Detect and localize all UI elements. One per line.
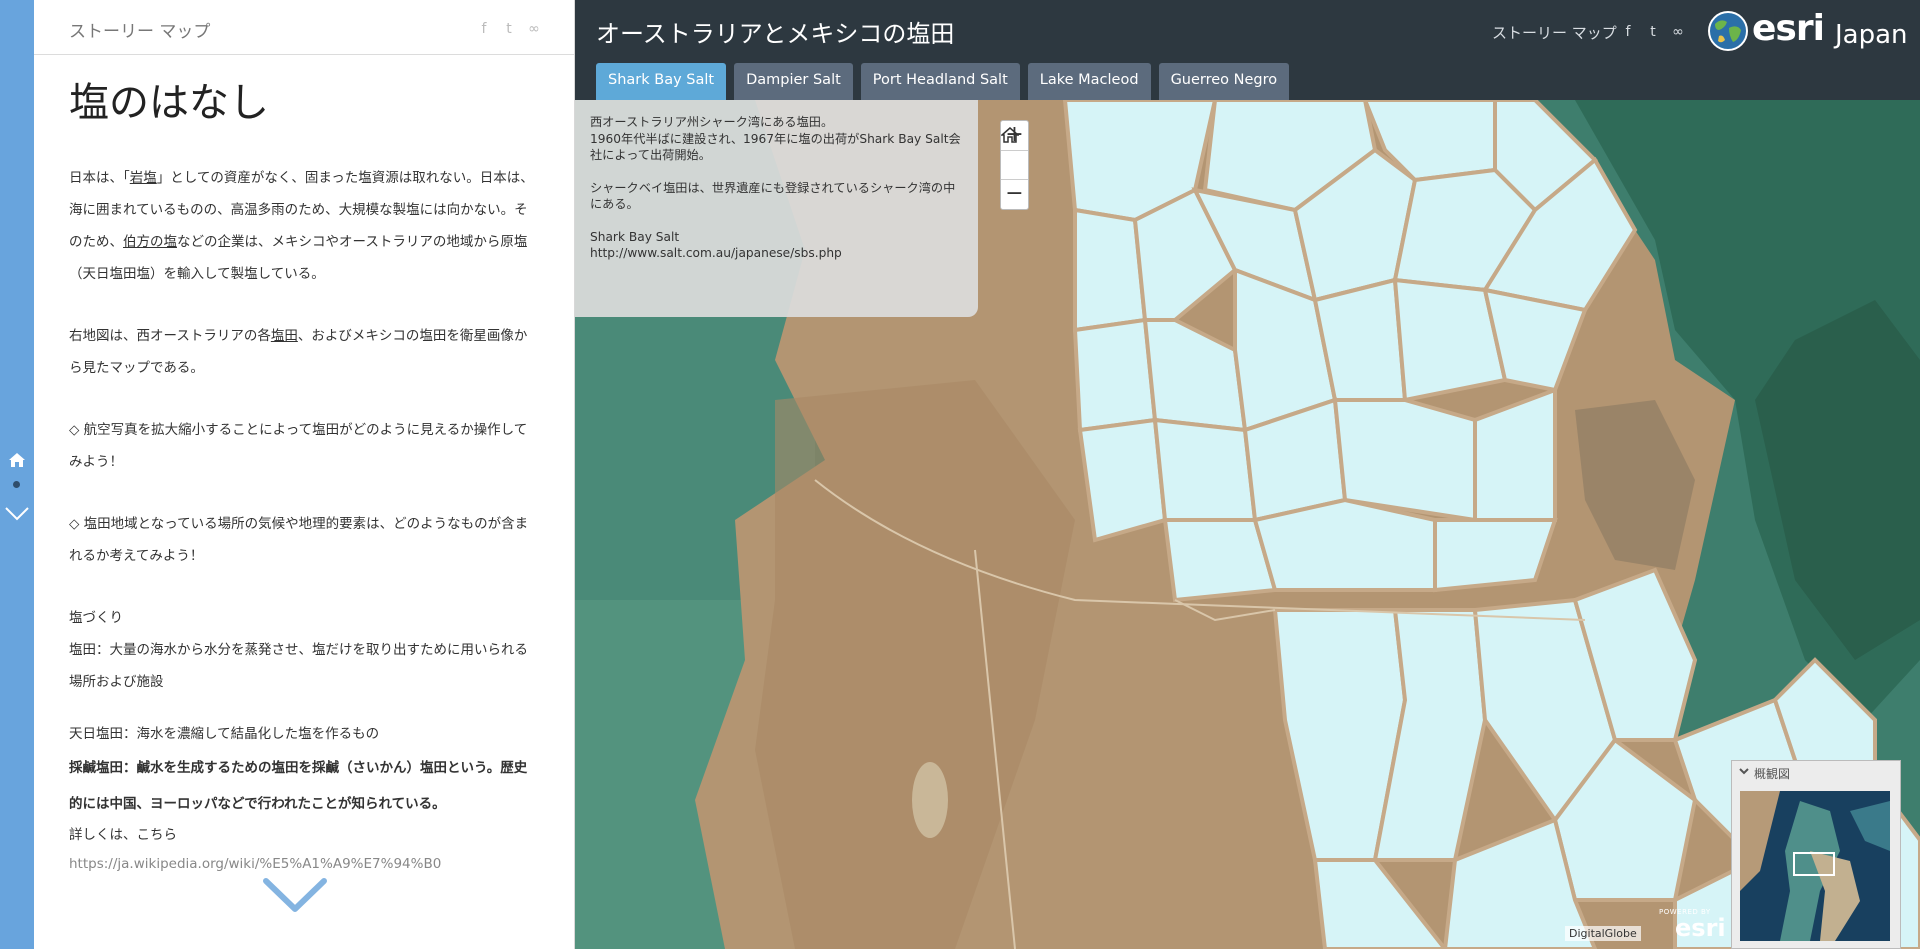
paragraph: 塩づくり xyxy=(69,610,123,626)
paragraph: 塩田：大量の海水から水分を蒸発させ、塩だけを取り出すために用いられる場所および施… xyxy=(69,642,528,690)
home-icon xyxy=(1001,127,1019,143)
chevron-down-icon xyxy=(1739,768,1749,775)
link-hakata[interactable]: 伯方の塩 xyxy=(123,234,177,250)
esri-japan-logo[interactable]: esri Japan xyxy=(1707,8,1912,54)
side-panel: ストーリー マップ f t ∞ 塩のはなし 日本は、「岩塩」としての資産がなく、… xyxy=(34,0,575,949)
info-link[interactable]: http://www.salt.com.au/japanese/sbs.php xyxy=(590,245,963,262)
chevron-down-icon[interactable] xyxy=(4,505,30,523)
paragraph: ◇ 航空写真を拡大縮小することによって塩田がどのように見えるか操作してみよう！ xyxy=(69,422,528,470)
header-share-buttons: f t ∞ xyxy=(1620,24,1686,40)
zoom-out-button[interactable]: − xyxy=(1001,180,1028,210)
home-icon[interactable] xyxy=(8,452,26,468)
paragraph: 天日塩田：海水を濃縮して結晶化した塩を作るもの xyxy=(69,726,380,742)
header-app-label: ストーリー マップ xyxy=(1492,24,1617,42)
satellite-map[interactable]: 西オーストラリア州シャーク湾にある塩田。 1960年代半ばに建設され、1967年… xyxy=(575,100,1920,949)
info-line: 1960年代半ばに建設され、1967年に塩の出荷がShark Bay Salt会… xyxy=(590,131,961,163)
page-title: 塩のはなし xyxy=(69,80,269,126)
share-buttons: f t ∞ xyxy=(476,21,542,37)
link-ganen[interactable]: 岩塩 xyxy=(130,170,157,186)
facebook-icon[interactable]: f xyxy=(1620,24,1636,40)
overview-label: 概観図 xyxy=(1754,767,1791,781)
globe-icon xyxy=(1708,11,1748,51)
powered-by-brand: esri xyxy=(1675,914,1726,942)
info-line: シャークベイ塩田は、世界遺産にも登録されているシャーク湾の中にある。 xyxy=(590,180,956,212)
paragraph: ◇ 塩田地域となっている場所の気候や地理的要素は、どのようなものが含まれるか考え… xyxy=(69,516,529,564)
tab-dampier-salt[interactable]: Dampier Salt xyxy=(734,63,853,100)
nav-dot[interactable] xyxy=(13,481,20,488)
facebook-icon[interactable]: f xyxy=(476,21,492,37)
scroll-down-icon[interactable] xyxy=(262,875,328,915)
info-line: Shark Bay Salt xyxy=(590,229,680,244)
overview-minimap[interactable] xyxy=(1740,791,1890,941)
link-icon[interactable]: ∞ xyxy=(526,21,542,37)
overview-imagery xyxy=(1740,791,1890,941)
logo-japan: Japan xyxy=(1835,20,1908,50)
header-bar: オーストラリアとメキシコの塩田 ストーリー マップ f t ∞ esri Jap… xyxy=(575,0,1920,100)
logo-esri: esri xyxy=(1752,8,1825,49)
powered-by-esri-logo[interactable]: POWERED BY esri xyxy=(1657,908,1726,946)
twitter-icon[interactable]: t xyxy=(1645,24,1661,40)
default-extent-button[interactable] xyxy=(1001,127,1028,180)
twitter-icon[interactable]: t xyxy=(501,21,517,37)
tab-guerreo-negro[interactable]: Guerreo Negro xyxy=(1158,63,1290,100)
app-label: ストーリー マップ xyxy=(69,22,211,42)
map-title: オーストラリアとメキシコの塩田 xyxy=(596,20,955,48)
link-enden[interactable]: 塩田 xyxy=(271,328,298,344)
attribution: DigitalGlobe xyxy=(1565,926,1641,941)
side-panel-header: ストーリー マップ f t ∞ xyxy=(34,0,574,55)
link-icon[interactable]: ∞ xyxy=(1670,24,1686,40)
tab-port-headland-salt[interactable]: Port Headland Salt xyxy=(860,63,1020,100)
tab-shark-bay-salt[interactable]: Shark Bay Salt xyxy=(596,63,727,100)
story-nav-rail xyxy=(0,0,34,949)
tab-lake-macleod[interactable]: Lake Macleod xyxy=(1027,63,1151,100)
info-line: 西オーストラリア州シャーク湾にある塩田。 xyxy=(590,115,834,129)
overview-header[interactable]: 概観図 xyxy=(1732,761,1900,783)
paragraph: 右地図は、西オーストラリアの各塩田、およびメキシコの塩田を衛星画像から見たマップ… xyxy=(69,328,528,376)
overview-map: 概観図 xyxy=(1731,760,1901,949)
story-content: 日本は、「岩塩」としての資産がなく、固まった塩資源は取れない。日本は、海に囲まれ… xyxy=(69,162,539,880)
info-panel: 西オーストラリア州シャーク湾にある塩田。 1960年代半ばに建設され、1967年… xyxy=(575,100,978,317)
paragraph: 採鹹塩田：鹹水を生成するための塩田を採鹹（さいかん）塩田という。歴史的には中国、… xyxy=(69,760,528,812)
paragraph: 詳しくは、こちら xyxy=(69,827,177,843)
zoom-control: + − xyxy=(1000,120,1029,210)
tab-bar: Shark Bay Salt Dampier Salt Port Headlan… xyxy=(596,63,1290,100)
paragraph: 日本は、「岩塩」としての資産がなく、固まった塩資源は取れない。日本は、海に囲まれ… xyxy=(69,170,534,282)
